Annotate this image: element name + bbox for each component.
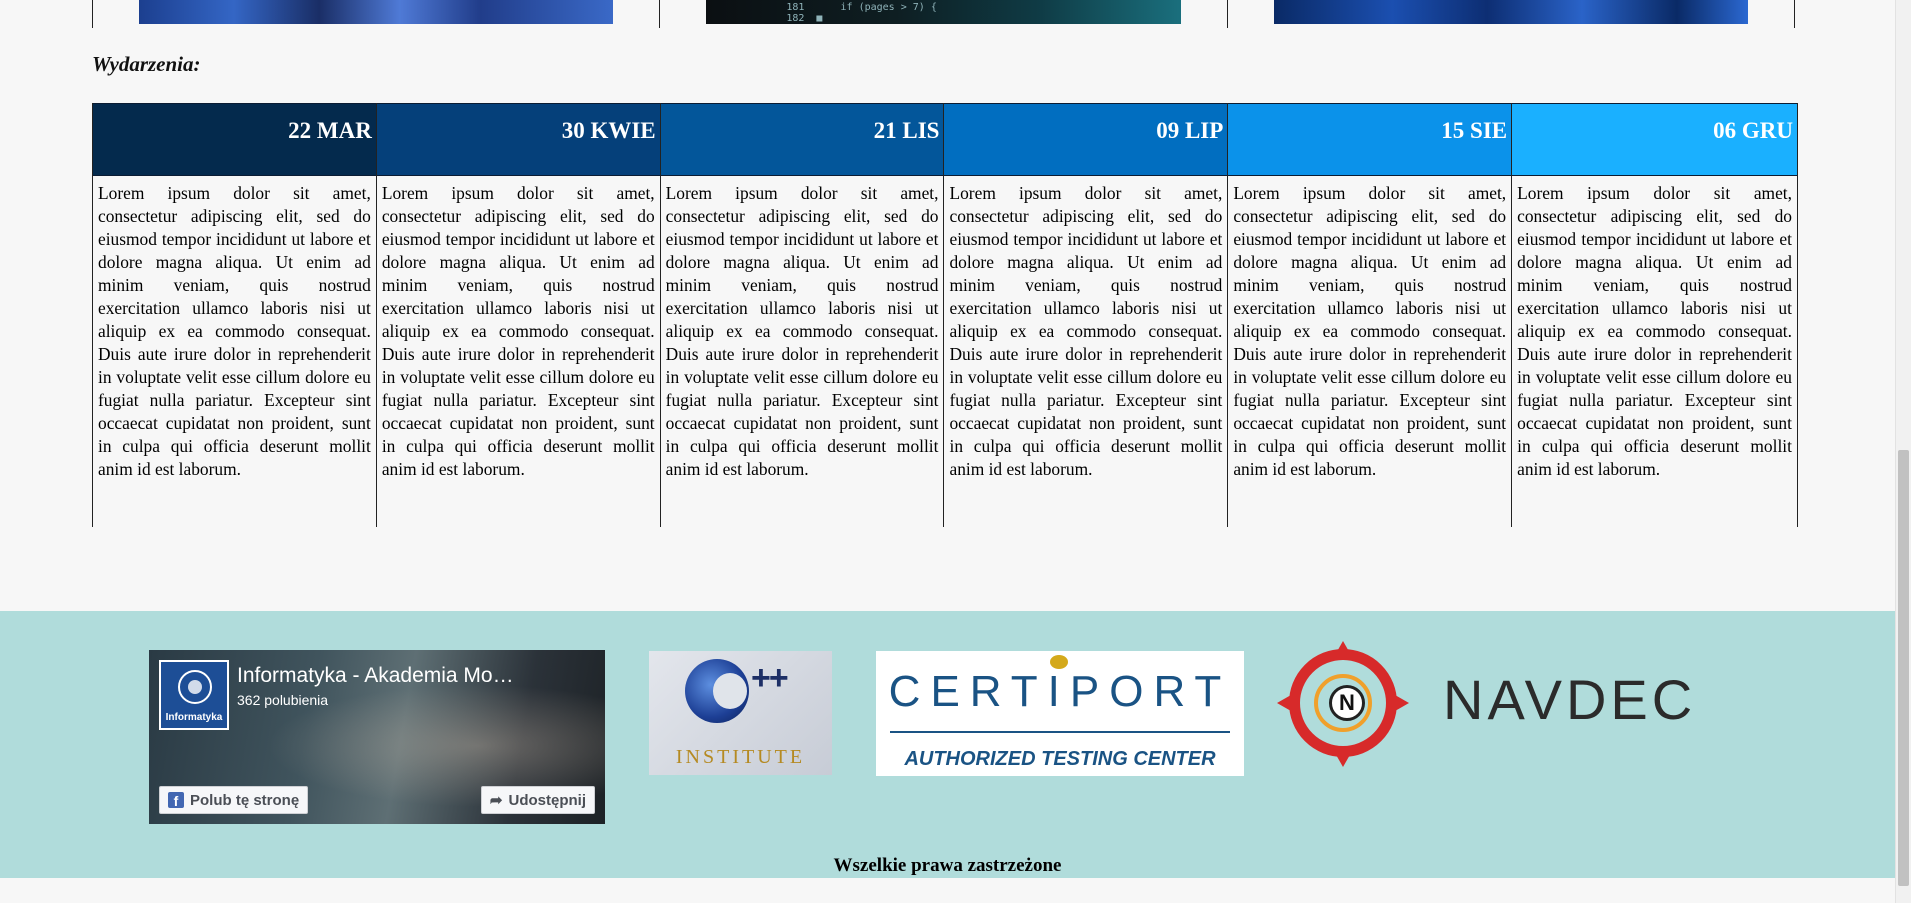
navdec-logo[interactable]: N NAVDEC [1277,641,1705,771]
event-column: 22 MAR Lorem ipsum dolor sit amet, conse… [93,103,377,527]
share-button-label: Udostępnij [508,791,587,809]
event-date: 21 LIS [660,103,944,176]
scrollbar-thumb[interactable] [1898,450,1909,886]
vertical-scrollbar[interactable] [1895,0,1911,903]
code-image: 181 if (pages > 7) { 182 ■ [706,0,1181,24]
event-description: Lorem ipsum dolor sit amet, consectetur … [1517,183,1792,479]
facebook-page-name[interactable]: Informatyka - Akademia Mo… [237,664,514,688]
facebook-like-count: 362 polubienia [237,692,329,708]
event-description: Lorem ipsum dolor sit amet, consectetur … [381,183,655,479]
compass-tip [1395,695,1409,711]
certiport-name: CERTIPORT [888,667,1232,716]
certiport-logo[interactable]: CERTIPORT AUTHORIZED TESTING CENTER [876,651,1244,776]
compass-tip [1277,695,1291,711]
event-description: Lorem ipsum dolor sit amet, consectetur … [98,183,371,479]
event-column: 15 SIE Lorem ipsum dolor sit amet, conse… [1228,103,1513,527]
event-date: 09 LIP [944,103,1228,176]
events-heading: Wydarzenia: [92,52,201,76]
event-date: 30 KWIE [376,103,660,176]
certiport-subtitle: AUTHORIZED TESTING CENTER [904,748,1216,770]
certiport-divider [890,731,1230,733]
event-description: Lorem ipsum dolor sit amet, consectetur … [665,183,939,479]
event-date: 22 MAR [93,103,376,176]
circuit-image [1273,0,1748,24]
keyboard-image [139,0,614,24]
event-column: 21 LIS Lorem ipsum dolor sit amet, conse… [660,103,945,527]
events-table: 22 MAR Lorem ipsum dolor sit amet, conse… [92,103,1798,527]
event-column: 09 LIP Lorem ipsum dolor sit amet, conse… [944,103,1229,527]
page-avatar[interactable]: Informatyka [159,660,229,730]
university-seal-icon [178,670,212,704]
facebook-page-widget[interactable]: Informatyka Informatyka - Akademia Mo… 3… [149,650,605,824]
navdec-letter: N [1329,685,1365,721]
cpp-plus-text: ++ [751,659,789,697]
like-page-button[interactable]: f Polub tę stronę [159,786,309,814]
top-image-column: 181 if (pages > 7) { 182 ■ [659,0,1226,28]
compass-tip [1335,641,1351,655]
event-date: 15 SIE [1228,103,1512,176]
code-snippet: 181 if (pages > 7) { 182 ■ [786,2,937,24]
navdec-name: NAVDEC [1443,668,1697,731]
like-button-label: Polub tę stronę [190,791,300,809]
page: 181 if (pages > 7) { 182 ■ Wydarzenia: 2… [0,0,1911,903]
top-image-column [1226,0,1795,28]
footer: Informatyka Informatyka - Akademia Mo… 3… [0,611,1895,878]
cpp-institute-text: INSTITUTE [675,746,806,768]
top-image-column [92,0,659,28]
event-description: Lorem ipsum dolor sit amet, consectetur … [1233,183,1507,479]
top-image-strip: 181 if (pages > 7) { 182 ■ [92,0,1795,28]
compass-tip [1335,753,1351,767]
event-description: Lorem ipsum dolor sit amet, consectetur … [949,183,1223,479]
share-arrow-icon: ➦ [489,792,503,809]
share-button[interactable]: ➦ Udostępnij [480,786,595,814]
cpp-institute-logo[interactable]: ++ INSTITUTE [649,651,832,775]
event-date: 06 GRU [1512,103,1797,176]
event-column: 06 GRU Lorem ipsum dolor sit amet, conse… [1512,103,1798,527]
copyright-text: Wszelkie prawa zastrzeżone [833,855,1062,876]
facebook-f-icon: f [168,792,184,809]
globe-icon [685,659,749,723]
avatar-label: Informatyka [165,712,223,723]
event-column: 30 KWIE Lorem ipsum dolor sit amet, cons… [376,103,661,527]
